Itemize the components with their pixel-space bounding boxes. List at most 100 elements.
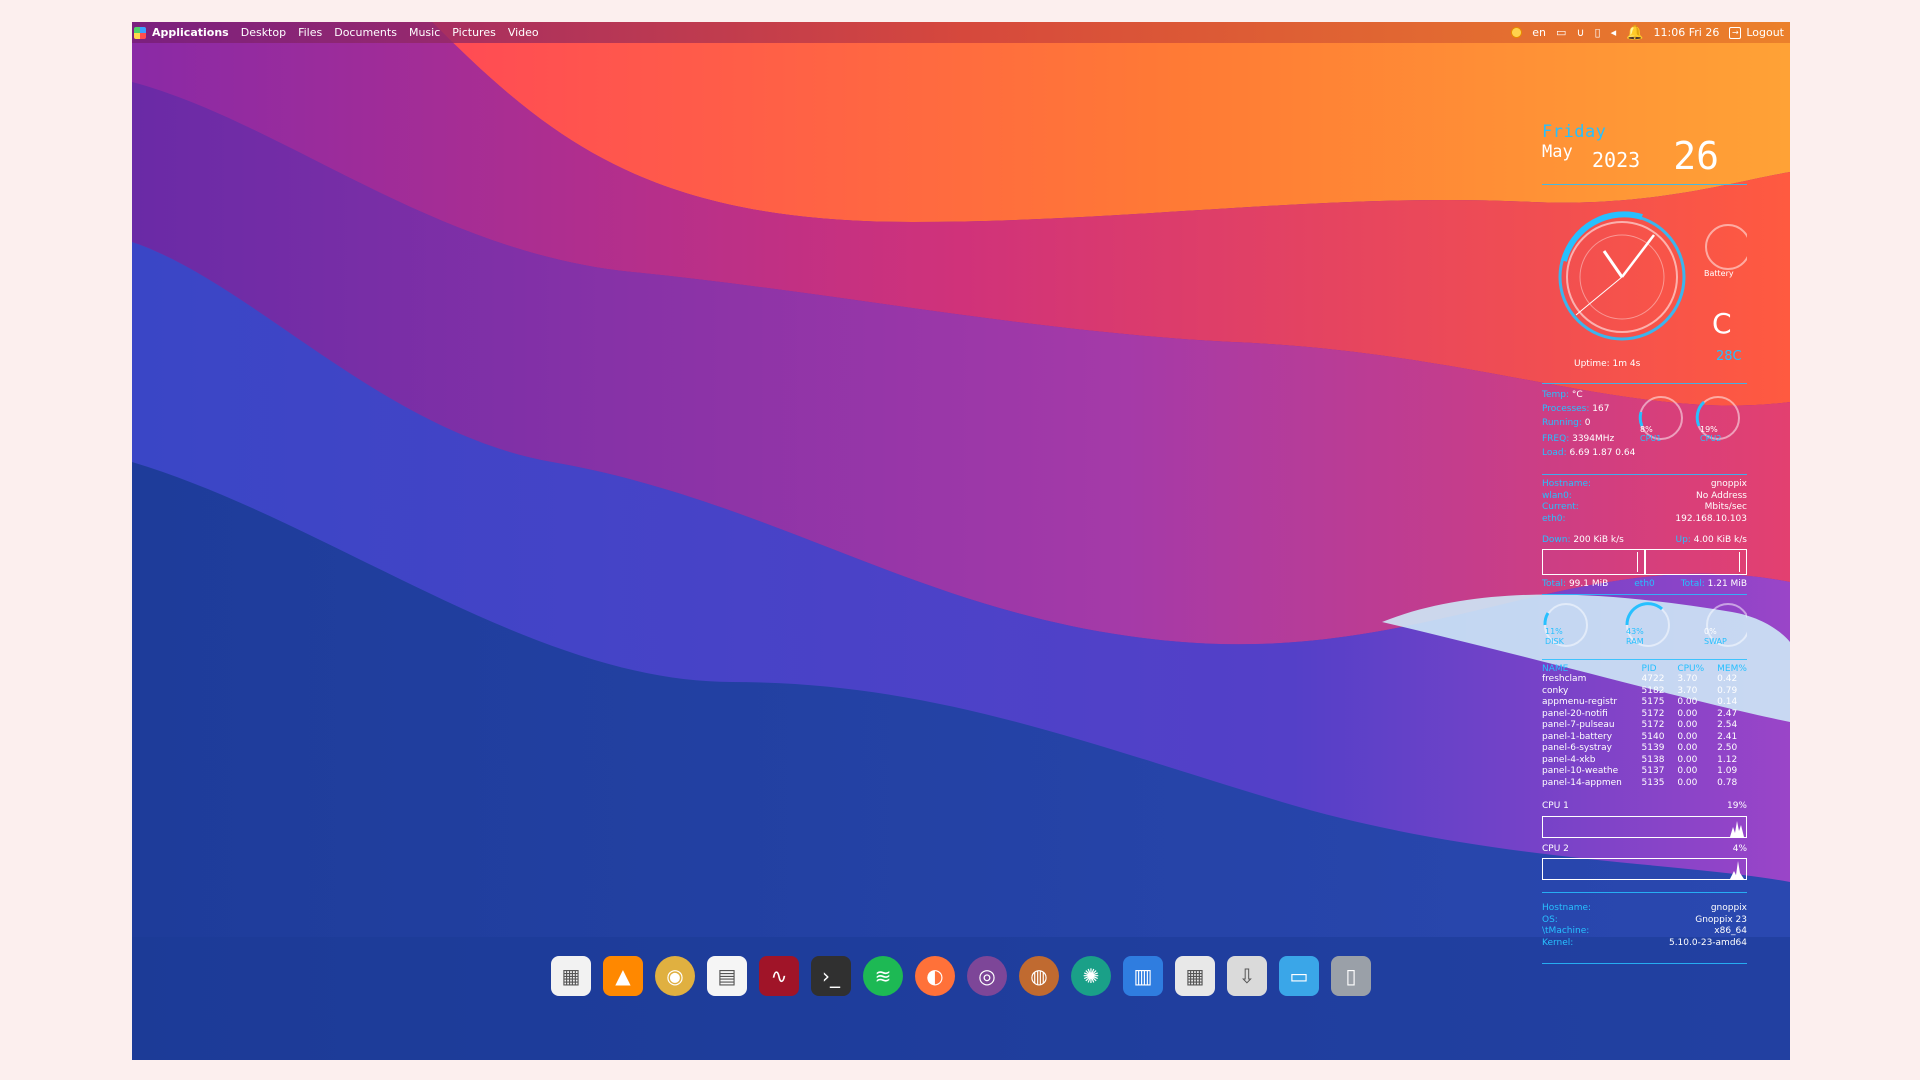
process-cell: 5140 — [1641, 731, 1665, 742]
net-total-row: Total: 99.1 MiB eth0 Total: 1.21 MiB — [1542, 578, 1747, 589]
date-year: 2023 — [1592, 148, 1641, 172]
process-cell: 1.12 — [1717, 754, 1738, 765]
magnet-icon[interactable]: ∪ — [1576, 26, 1584, 39]
process-cell: 5139 — [1641, 743, 1665, 753]
divider — [1542, 474, 1747, 475]
process-cell: 4722 — [1641, 674, 1665, 684]
weather-icon[interactable] — [1511, 27, 1523, 38]
load-stat: Load: 6.69 1.87 0.64 — [1542, 448, 1636, 458]
process-cell: panel-10-weathe — [1542, 766, 1619, 776]
temperature-value: 28C — [1716, 349, 1742, 364]
menu-item-music[interactable]: Music — [403, 22, 446, 43]
process-cell: panel-7-pulseau — [1542, 720, 1615, 730]
applications-menu-button[interactable]: Applications — [132, 22, 235, 43]
process-cell: 5175 — [1641, 697, 1665, 707]
menu-item-pictures[interactable]: Pictures — [446, 22, 502, 43]
sys-os-row: OS: Gnoppix 23 — [1542, 914, 1747, 925]
desktop-icon[interactable]: ▭ — [1279, 956, 1319, 996]
process-cell: 0.00 — [1677, 766, 1698, 776]
cpu-stats: Temp: °C Processes: 167 Running: 0 FREQ:… — [1542, 388, 1747, 470]
process-cell: 0.00 — [1677, 697, 1698, 707]
process-row: panel-20-notifi 5172 0.00 2.47 — [1542, 709, 1747, 721]
firefox-icon[interactable]: ◐ — [915, 956, 955, 996]
process-table: NAME PID CPU% MEM% freshclam 4722 3.70 0.42… — [1542, 664, 1747, 789]
cpu1-graph — [1542, 815, 1747, 838]
libreoffice-icon[interactable]: ∿ — [759, 956, 799, 996]
battery-icon[interactable]: ▯ — [1595, 26, 1601, 39]
cpu1-graph-header: CPU 1 19% — [1542, 801, 1747, 811]
file-cabinet-icon[interactable]: ▥ — [1123, 956, 1163, 996]
clock-area: Battery C 28C Uptime: 1m 4s — [1542, 189, 1747, 379]
date-day-number: 26 — [1673, 134, 1719, 178]
menu-item-files[interactable]: Files — [292, 22, 328, 43]
image-viewer-icon[interactable]: ◍ — [1019, 956, 1059, 996]
date-weekday: Friday — [1542, 122, 1607, 142]
process-cell: appmenu-registr — [1542, 697, 1618, 707]
process-cell: 0.00 — [1677, 731, 1698, 742]
process-cell: panel-14-appmen — [1542, 777, 1622, 788]
volume-icon[interactable]: ◂ — [1611, 26, 1617, 39]
system-tray: en ▭ ∪ ▯ ◂ 🔔 11:06 Fri 26 → Logout — [1511, 22, 1790, 43]
process-cell: 2.50 — [1717, 743, 1738, 753]
process-row: appmenu-registr 5175 0.00 0.14 — [1542, 697, 1747, 709]
process-row: panel-10-weathe 5137 0.00 1.09 — [1542, 766, 1747, 778]
divider — [1542, 659, 1747, 660]
process-cell: panel-1-battery — [1542, 731, 1613, 742]
process-cell: 0.00 — [1677, 743, 1698, 753]
spotify-icon[interactable]: ≋ — [863, 956, 903, 996]
aperture-icon[interactable]: ✺ — [1071, 956, 1111, 996]
app-grid-icon[interactable]: ▦ — [551, 956, 591, 996]
trash-icon[interactable]: ▯ — [1331, 956, 1371, 996]
network-info: Hostname: gnoppix wlan0: No Address Curren… — [1542, 479, 1747, 590]
process-cell: 3.70 — [1677, 674, 1698, 684]
software-store-icon[interactable]: ⇩ — [1227, 956, 1267, 996]
panel-clock[interactable]: 11:06 Fri 26 — [1654, 26, 1720, 39]
cpu2-graph-header: CPU 2 4% — [1542, 843, 1747, 854]
eth-row: eth0: 192.168.10.103 — [1542, 513, 1747, 524]
terminal-icon[interactable]: ›_ — [811, 956, 851, 996]
divider — [1542, 892, 1747, 893]
divider — [1542, 184, 1747, 185]
menu-item-desktop[interactable]: Desktop — [235, 22, 292, 43]
cpu2-label: CPU2 — [1700, 434, 1722, 443]
process-cell: 0.00 — [1677, 720, 1698, 730]
process-cell: 0.00 — [1677, 754, 1698, 765]
vlc-icon[interactable]: ▲ — [603, 956, 643, 996]
process-cell: 5172 — [1641, 708, 1665, 719]
calculator-icon[interactable]: ▦ — [1175, 956, 1215, 996]
tor-browser-icon[interactable]: ◎ — [967, 956, 1007, 996]
wlan-row: wlan0: No Address — [1542, 490, 1747, 501]
process-row: freshclam 4722 3.70 0.42 — [1542, 674, 1747, 686]
cpu1-spike — [1730, 820, 1744, 837]
upload-graph — [1644, 548, 1747, 575]
keyboard-layout-indicator[interactable]: en — [1532, 26, 1546, 39]
date-block: Friday May 2023 26 — [1542, 122, 1747, 182]
disk-percent: 11% — [1545, 627, 1563, 636]
display-icon[interactable]: ▭ — [1556, 26, 1566, 39]
process-cell: 0.42 — [1717, 674, 1738, 684]
menu-item-documents[interactable]: Documents — [328, 22, 403, 43]
ram-percent: 43% — [1626, 627, 1644, 636]
process-cell: panel-4-xkb — [1542, 754, 1596, 765]
date-month: May — [1542, 142, 1573, 162]
process-cell: 2.41 — [1717, 731, 1738, 742]
notification-bell-icon[interactable]: 🔔 — [1626, 25, 1643, 41]
process-cell: 3.70 — [1677, 685, 1698, 696]
process-row: panel-1-battery 5140 0.00 2.41 — [1542, 732, 1747, 744]
logout-button[interactable]: → Logout — [1729, 26, 1784, 39]
process-cell: panel-20-notifi — [1542, 708, 1608, 719]
process-cell: 1.09 — [1717, 766, 1738, 776]
document-icon[interactable]: ▤ — [707, 956, 747, 996]
process-cell: 2.54 — [1717, 720, 1738, 730]
cpu1-percent: 8% — [1640, 425, 1653, 434]
divider — [1542, 383, 1747, 384]
process-cell: 5137 — [1641, 766, 1665, 776]
conky-system-monitor: Friday May 2023 26 Battery C 28C Uptime:… — [1542, 122, 1747, 968]
process-row: conky 5182 3.70 0.79 — [1542, 686, 1747, 698]
net-graphs — [1542, 548, 1747, 575]
browser-icon[interactable]: ◉ — [655, 956, 695, 996]
menu-item-video[interactable]: Video — [502, 22, 545, 43]
process-cell: 0.78 — [1717, 777, 1738, 788]
process-row: panel-4-xkb 5138 0.00 1.12 — [1542, 755, 1747, 767]
usage-gauges: 11% DISK 43% RAM 0% SWAP — [1542, 599, 1747, 655]
